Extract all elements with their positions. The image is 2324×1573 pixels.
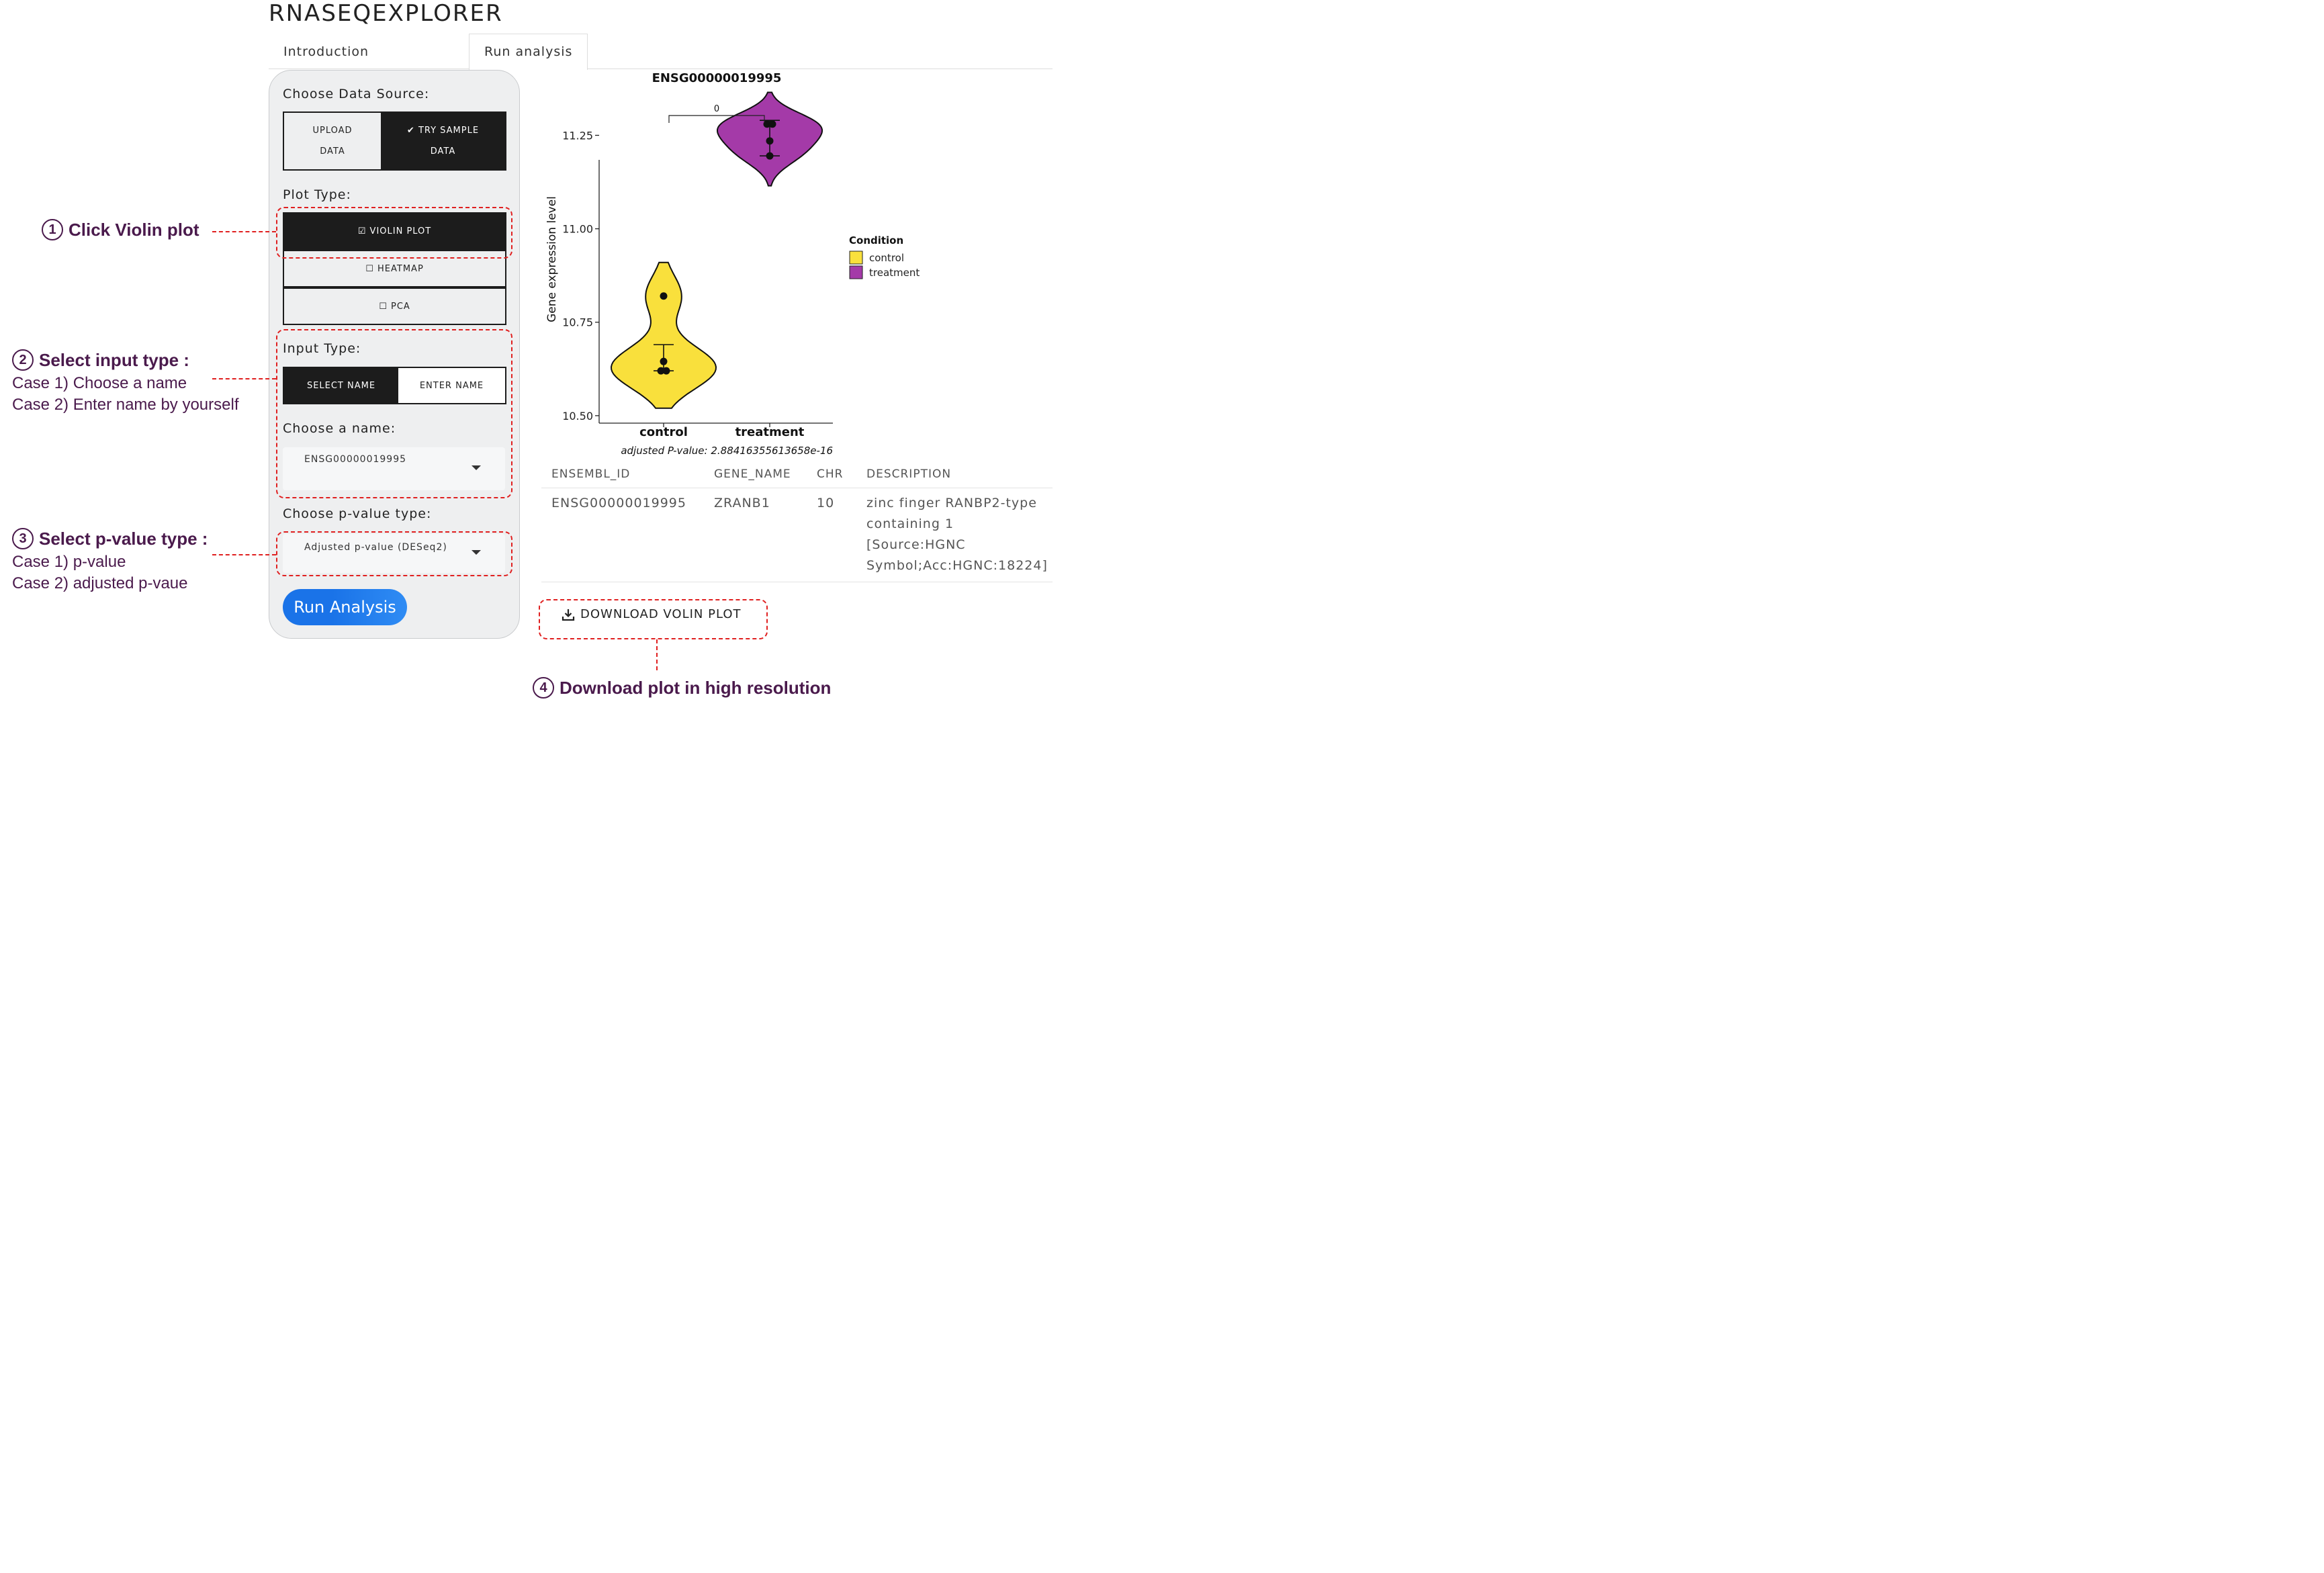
plot-type-label: Plot Type: <box>283 187 351 202</box>
highlight-box-violin <box>276 207 512 259</box>
check-icon: ✔ <box>406 126 415 136</box>
upload-label-2: DATA <box>320 146 345 156</box>
connector-2 <box>212 378 276 379</box>
table-cell-gene-name: ZRANB1 <box>714 496 770 510</box>
connector-1 <box>212 231 276 232</box>
table-header-chr: CHR <box>817 467 844 481</box>
data-point-treatment <box>766 152 774 160</box>
highlight-box-input-type <box>276 329 512 498</box>
data-point-control <box>662 367 670 375</box>
download-violin-plot-button[interactable]: DOWNLOAD VOLIN PLOT <box>562 607 742 621</box>
try-sample-data-button[interactable]: ✔ TRY SAMPLE DATA <box>381 113 505 169</box>
y-axis-label: Gene expression level <box>545 196 559 322</box>
legend-label-treatment: treatment <box>869 267 920 279</box>
upload-data-button[interactable]: UPLOAD DATA <box>284 113 381 169</box>
step-number-3: 3 <box>12 528 34 549</box>
y-tick-label: 10.75 <box>562 316 593 329</box>
download-icon <box>562 609 575 621</box>
chart-plot-area: 0 <box>610 91 823 409</box>
empty-box-icon: ☐ <box>379 301 388 312</box>
data-point-control <box>660 292 668 300</box>
tab-run-analysis[interactable]: Run analysis <box>469 34 588 70</box>
legend-title: Condition <box>849 234 903 246</box>
table-cell-chr: 10 <box>817 496 835 510</box>
download-button-label: DOWNLOAD VOLIN PLOT <box>580 607 742 621</box>
app-title: RNASEQEXPLORER <box>269 0 503 27</box>
table-header-description: DESCRIPTION <box>866 467 952 481</box>
annotation-2-line1: Case 1) Choose a name <box>12 374 187 392</box>
description-line: zinc finger RANBP2-type <box>866 496 1037 510</box>
table-cell-description: zinc finger RANBP2-type containing 1 [So… <box>866 493 1048 576</box>
empty-box-icon: ☐ <box>365 263 374 274</box>
legend-swatch-control <box>849 251 863 265</box>
annotation-4-text: Download plot in high resolution <box>560 677 832 698</box>
annotation-2-text: Select input type : <box>39 349 189 370</box>
chart-title: ENSG00000019995 <box>652 71 782 85</box>
pvalue-type-label: Choose p-value type: <box>283 506 432 521</box>
annotation-2-line2: Case 2) Enter name by yourself <box>12 396 239 414</box>
y-tick-label: 11.00 <box>562 223 593 236</box>
annotation-2-title: 2 Select input type : <box>12 349 189 371</box>
legend-label-control: control <box>869 252 904 264</box>
x-tick-control: control <box>639 425 688 439</box>
step-number-2: 2 <box>12 349 34 371</box>
annotation-3-line2: Case 2) adjusted p-vaue <box>12 574 188 592</box>
heatmap-label: HEATMAP <box>377 263 424 274</box>
upload-label-1: UPLOAD <box>312 126 353 136</box>
pca-label: PCA <box>390 301 410 312</box>
data-point-treatment <box>768 120 776 128</box>
significance-label: 0 <box>714 104 719 114</box>
annotation-1-title: 1 Click Violin plot <box>42 219 199 240</box>
y-tick-label: 11.25 <box>562 129 593 142</box>
description-line: Symbol;Acc:HGNC:18224] <box>866 558 1048 573</box>
sample-label-1: TRY SAMPLE <box>418 126 480 136</box>
annotation-3-text: Select p-value type : <box>39 528 208 549</box>
description-line: [Source:HGNC <box>866 537 966 552</box>
data-source-label: Choose Data Source: <box>283 87 430 101</box>
step-number-4: 4 <box>533 677 554 699</box>
data-point-control <box>660 357 668 365</box>
annotation-3-line1: Case 1) p-value <box>12 553 126 571</box>
annotation-4-title: 4 Download plot in high resolution <box>533 677 831 699</box>
data-source-toggle: UPLOAD DATA ✔ TRY SAMPLE DATA <box>283 111 506 171</box>
violin-chart: ENSG00000019995 Gene expression level 0 … <box>545 71 920 457</box>
annotation-1-text: Click Violin plot <box>69 219 199 240</box>
pvalue-caption: adjusted P-value: 2.88416355613658e-16 <box>621 445 833 457</box>
sample-label-2: DATA <box>430 146 456 156</box>
tab-introduction[interactable]: Introduction <box>283 44 369 59</box>
data-point-treatment <box>766 137 774 145</box>
description-line: containing 1 <box>866 516 954 531</box>
table-header-ensembl-id: ENSEMBL_ID <box>551 467 631 481</box>
legend-swatch-treatment <box>849 265 863 279</box>
x-tick-treatment: treatment <box>735 425 805 439</box>
table-cell-ensembl-id: ENSG00000019995 <box>551 496 686 510</box>
pca-button[interactable]: ☐ PCA <box>283 287 506 325</box>
connector-4 <box>656 639 658 670</box>
y-tick-label: 10.50 <box>562 410 593 422</box>
connector-3 <box>212 554 276 555</box>
highlight-box-pvalue <box>276 531 512 576</box>
run-analysis-button[interactable]: Run Analysis <box>283 589 407 625</box>
annotation-3-title: 3 Select p-value type : <box>12 528 208 549</box>
violin-control <box>610 261 717 409</box>
table-header-gene-name: GENE_NAME <box>714 467 791 481</box>
step-number-1: 1 <box>42 219 63 240</box>
